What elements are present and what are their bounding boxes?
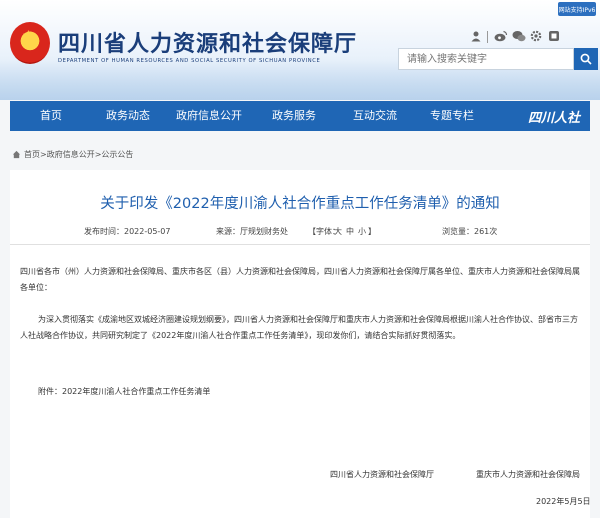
article-source: 来源：厅规划财务处 [216,227,288,236]
header-separator [487,31,488,43]
signature-chongqing: 重庆市人力资源和社会保障局 [476,470,580,479]
main-nav: 首页 政务动态 政府信息公开 政务服务 互动交流 专题专栏 四川人社 [10,101,590,131]
sign-date: 2022年5月5日 [536,497,591,506]
home-icon [12,150,21,159]
article-panel: 关于印发《2022年度川渝人社合作重点工作任务清单》的通知 发布时间：2022-… [10,170,591,518]
nav-special-topics[interactable]: 专题专栏 [416,101,488,131]
ipv6-badge: 网站支持IPv6 [558,2,596,16]
nav-info-disclosure[interactable]: 政府信息公开 [164,101,254,131]
app-icon[interactable] [548,30,560,44]
article-meta: 发布时间：2022-05-07 来源：厅规划财务处 【字体： 大 中 小 】 浏… [10,226,590,240]
wechat-icon[interactable] [512,30,526,44]
site-title[interactable]: 四川省人力资源和社会保障厅 [58,26,357,58]
national-emblem-icon [10,22,50,64]
search-input[interactable] [398,48,574,70]
site-subtitle: DEPARTMENT OF HUMAN RESOURCES AND SOCIAL… [58,58,321,64]
gear-icon[interactable] [530,30,542,44]
view-count: 浏览量：261次 [442,227,498,236]
breadcrumb-separator: > [94,150,102,159]
article-attachment[interactable]: 附件：2022年度川渝人社合作重点工作任务清单 [38,384,578,400]
publish-date: 发布时间：2022-05-07 [84,227,171,236]
nav-home[interactable]: 首页 [10,101,92,131]
sichuan-hrss-logo[interactable]: 四川人社 [528,107,580,126]
meta-divider [10,244,590,245]
breadcrumb-separator: > [40,150,47,159]
nav-interaction[interactable]: 互动交流 [334,101,416,131]
font-size-medium[interactable]: 中 [346,226,354,237]
nav-government-news[interactable]: 政务动态 [92,101,164,131]
nav-government-services[interactable]: 政务服务 [254,101,334,131]
search-icon [580,53,592,65]
article-body: 为深入贯彻落实《成渝地区双城经济圈建设规划纲要》，四川省人力资源和社会保障厅和重… [20,315,578,340]
font-size-end: 】 [368,227,376,236]
breadcrumb: 首页 > 政府信息公开 > 公示公告 [12,149,133,160]
breadcrumb-info-disclosure[interactable]: 政府信息公开 [47,149,95,160]
font-size-large[interactable]: 大 [334,226,342,237]
search-button[interactable] [574,48,598,70]
breadcrumb-home[interactable]: 首页 [24,149,40,160]
weibo-icon[interactable] [494,30,508,44]
site-header: 四川省人力资源和社会保障厅 DEPARTMENT OF HUMAN RESOUR… [0,0,600,100]
article-salutation: 四川省各市（州）人力资源和社会保障局、重庆市各区（县）人力资源和社会保障局，四川… [20,267,580,292]
person-icon[interactable] [470,30,482,44]
breadcrumb-announcements[interactable]: 公示公告 [101,149,133,160]
article-title: 关于印发《2022年度川渝人社合作重点工作任务清单》的通知 [100,196,500,212]
signature-sichuan: 四川省人力资源和社会保障厅 [330,470,434,479]
font-size-small[interactable]: 小 [358,226,366,237]
